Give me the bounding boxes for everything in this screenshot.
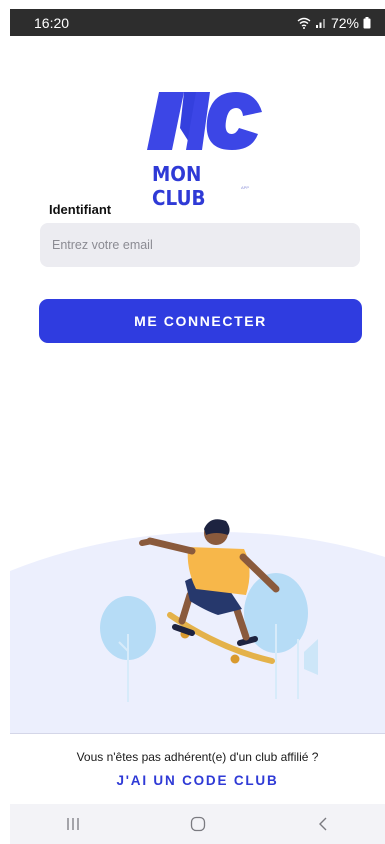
home-button[interactable] [168,804,228,844]
status-time: 16:20 [34,14,70,31]
signal-icon [315,18,325,28]
status-bar: 16:20 72% [10,9,385,36]
recent-apps-button[interactable] [43,804,103,844]
recent-apps-icon [66,818,79,830]
status-icons: 72% [297,15,371,31]
skateboarder-illustration [10,519,385,734]
email-input[interactable] [40,223,360,267]
back-icon [318,817,326,831]
system-nav-bar [10,804,385,844]
back-button[interactable] [293,804,353,844]
not-member-text: Vous n'êtes pas adhérent(e) d'un club af… [76,750,319,764]
bottom-panel [10,733,385,805]
code-club-link[interactable]: J'AI UN CODE CLUB [10,773,385,788]
login-button[interactable]: ME CONNECTER [39,299,362,343]
logo-small-text: APP [241,185,250,190]
battery-icon [363,16,371,28]
logo-text: MON CLUB [152,162,206,210]
identifier-label: Identifiant [49,202,112,217]
app-screen: 16:20 72% MON CLUB APP Identifiant Entre… [10,9,385,844]
home-icon [190,816,205,832]
wifi-icon [297,17,311,29]
battery-percent: 72% [330,14,359,31]
